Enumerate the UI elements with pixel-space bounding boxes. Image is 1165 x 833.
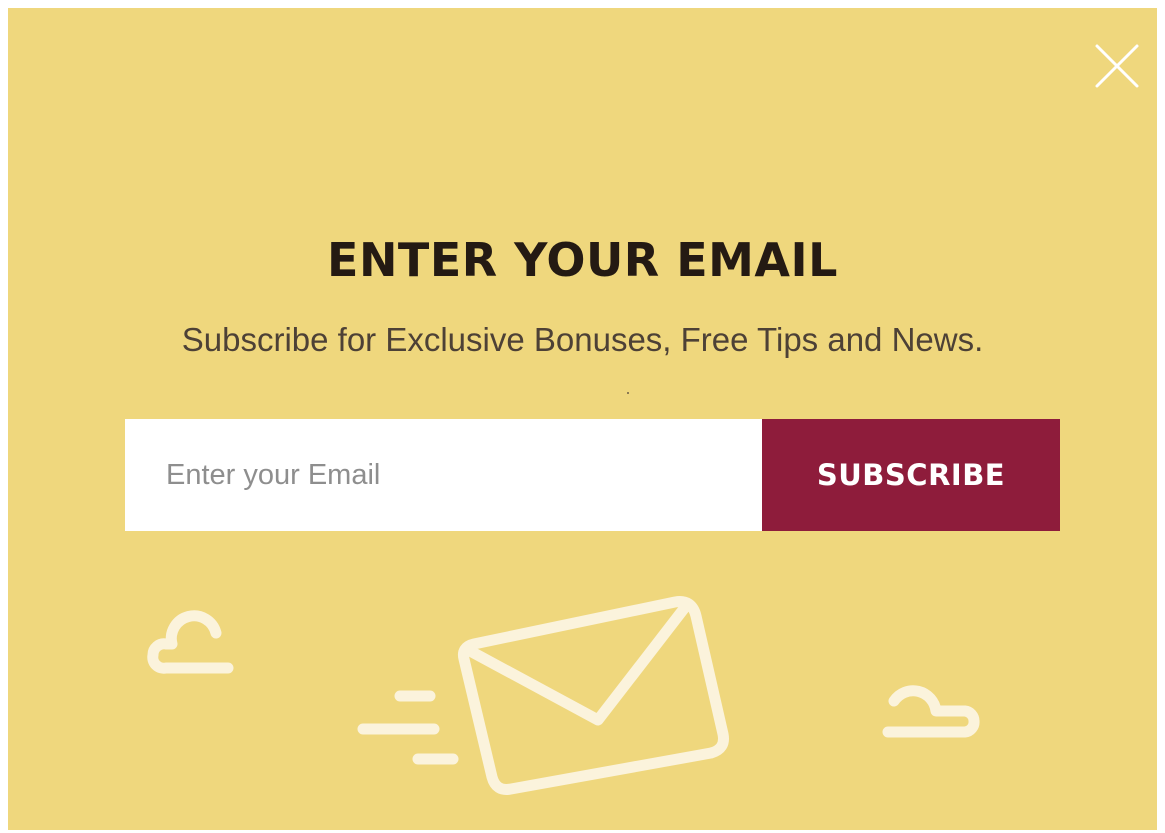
close-icon	[1095, 44, 1139, 88]
speed-lines-icon	[357, 690, 459, 765]
subscribe-form: SUBSCRIBE	[125, 419, 1060, 531]
decorative-dot	[627, 392, 629, 394]
cloud-icon	[882, 685, 980, 738]
subscribe-button[interactable]: SUBSCRIBE	[762, 419, 1060, 531]
popup-subtitle: Subscribe for Exclusive Bonuses, Free Ti…	[181, 321, 984, 358]
popup-title: ENTER YOUR EMAIL	[327, 233, 838, 287]
cloud-icon	[147, 610, 234, 674]
close-button[interactable]	[1093, 42, 1141, 90]
email-signup-modal: ENTER YOUR EMAIL Subscribe for Exclusive…	[8, 8, 1157, 830]
envelope-icon	[458, 596, 729, 795]
email-input[interactable]	[125, 419, 762, 531]
